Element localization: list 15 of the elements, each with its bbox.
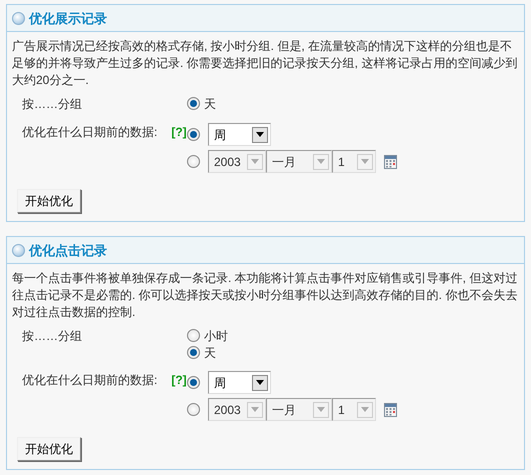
field-label: 优化在什么日期前的数据: <box>22 125 158 139</box>
field-label: 按……分组 <box>21 96 83 113</box>
panel-title: 优化点击记录 <box>29 242 107 260</box>
field-label: 优化在什么日期前的数据: <box>22 373 158 387</box>
start-button[interactable]: 开始优化 <box>17 189 81 213</box>
dropdown[interactable]: 周 <box>208 123 271 146</box>
start-button[interactable]: 开始优化 <box>17 437 81 461</box>
dropdown[interactable]: 周 <box>208 371 271 394</box>
option-label: 小时 <box>204 328 228 344</box>
option-label: 天 <box>204 96 216 112</box>
field-label: 按……分组 <box>21 328 83 345</box>
description: 每一个点击事件将被单独保存成一条记录. 本功能将计算点击事件对应销售或引导事件, 但这对过往点击记录不是必需的. 你可以选择按天或按小时分组事件以达到高效存储的目的. 你也不会失去对过往点击数据的控制. <box>12 270 518 321</box>
option-label: 天 <box>204 344 216 362</box>
description: 广告展示情况已经按高效的格式存储, 按小时分组. 但是, 在流量较高的情况下这样的分组也是不足够的并将导致产生过多的记录. 你需要选择把旧的记录按天分组, 这样将记录占用的空间减少到大约20分之一. <box>12 38 518 89</box>
panel-title: 优化展示记录 <box>29 10 107 28</box>
